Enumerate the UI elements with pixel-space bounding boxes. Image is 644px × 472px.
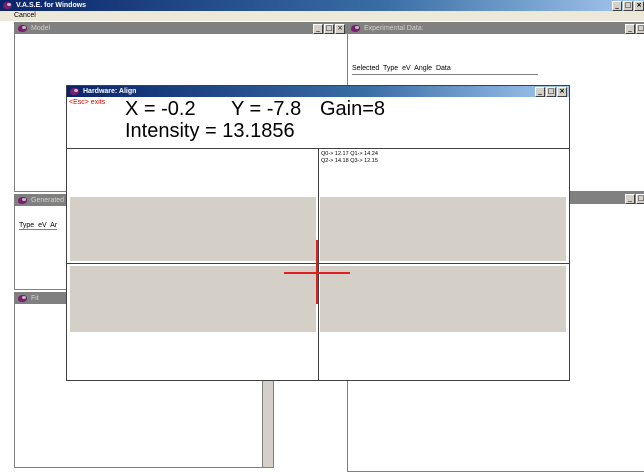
align-minimize-button[interactable]: _ bbox=[535, 87, 545, 97]
intensity-readout: Intensity = 13.1856 bbox=[125, 120, 295, 142]
experimental-column-headers: Selected Type eV Angle Data bbox=[352, 65, 538, 75]
menu-bar: Cancel bbox=[0, 11, 644, 21]
experimental-titlebar: Experimental Data: _ □ bbox=[348, 23, 644, 34]
app-maximize-button[interactable]: □ bbox=[623, 1, 633, 11]
align-title: Hardware: Align bbox=[83, 88, 137, 95]
middle-divider bbox=[67, 263, 569, 264]
app-title: V.A.S.E. for Windows bbox=[16, 2, 87, 9]
col-data[interactable]: Data bbox=[436, 65, 451, 72]
col-ev[interactable]: eV bbox=[402, 65, 411, 72]
esc-hint: <Esc> exits bbox=[69, 99, 106, 106]
quadrant-line-1: Q0-> 12.17 Q1-> 14.24 bbox=[321, 151, 378, 157]
model-maximize-button[interactable]: □ bbox=[324, 24, 334, 34]
generated-title: Generated bbox=[31, 197, 65, 204]
model-close-button[interactable]: × bbox=[335, 24, 345, 34]
gen-col-ev[interactable]: eV bbox=[38, 222, 47, 229]
align-close-button[interactable]: × bbox=[557, 87, 567, 97]
app-minimize-button[interactable]: _ bbox=[612, 1, 622, 11]
menu-cancel[interactable]: Cancel bbox=[14, 12, 36, 19]
align-window: Hardware: Align _ □ × <Esc> exits X = -0… bbox=[66, 85, 570, 381]
experimental-minimize-button[interactable]: _ bbox=[625, 24, 635, 34]
quadrant-readout: Q0-> 12.17 Q1-> 14.24 Q2-> 14.18 Q3-> 12… bbox=[321, 151, 378, 165]
quadrant-line-2: Q2-> 14.18 Q3-> 12.15 bbox=[321, 158, 378, 164]
experimental-maximize-button[interactable]: □ bbox=[636, 24, 644, 34]
beam-crosshair-vertical bbox=[316, 240, 318, 304]
model-window-icon bbox=[18, 25, 27, 32]
model-minimize-button[interactable]: _ bbox=[313, 24, 323, 34]
align-window-icon bbox=[70, 88, 79, 95]
col-type[interactable]: Type bbox=[383, 65, 398, 72]
center-divider bbox=[318, 149, 319, 380]
model-title: Model bbox=[31, 25, 51, 32]
detector-panel-top-right bbox=[320, 197, 566, 261]
fit-title: Fit bbox=[31, 295, 39, 302]
col-selected[interactable]: Selected bbox=[352, 65, 379, 72]
detector-panel-bottom-left bbox=[70, 266, 316, 332]
generated-titlebar: Generated bbox=[15, 195, 73, 206]
experimental-title: Experimental Data: bbox=[364, 25, 424, 32]
fit-window-icon bbox=[18, 295, 27, 302]
right-data-minimize-button[interactable]: _ bbox=[625, 194, 635, 204]
right-data-maximize-button[interactable]: □ bbox=[636, 194, 644, 204]
app-titlebar: V.A.S.E. for Windows _ □ × bbox=[0, 0, 644, 11]
gen-col-ar[interactable]: Ar bbox=[50, 222, 57, 229]
experimental-window-icon bbox=[351, 25, 360, 32]
col-angle[interactable]: Angle bbox=[414, 65, 432, 72]
app-close-button[interactable]: × bbox=[634, 1, 644, 11]
generated-window: Generated Type eV Ar bbox=[14, 194, 74, 290]
generated-column-headers: Type eV Ar bbox=[19, 222, 58, 230]
align-maximize-button[interactable]: □ bbox=[546, 87, 556, 97]
detector-panel-top-left bbox=[70, 197, 316, 261]
gain-readout: Gain=8 bbox=[320, 98, 386, 120]
y-readout: Y = -7.8 bbox=[231, 98, 302, 120]
gen-col-type[interactable]: Type bbox=[19, 222, 34, 229]
x-readout: X = -0.2 bbox=[125, 98, 196, 120]
vase-app-icon bbox=[3, 2, 12, 9]
align-titlebar: Hardware: Align _ □ × bbox=[67, 86, 569, 97]
detector-panel-bottom-right bbox=[320, 266, 566, 332]
model-titlebar: Model _ □ × bbox=[15, 23, 347, 34]
generated-window-icon bbox=[18, 197, 27, 204]
